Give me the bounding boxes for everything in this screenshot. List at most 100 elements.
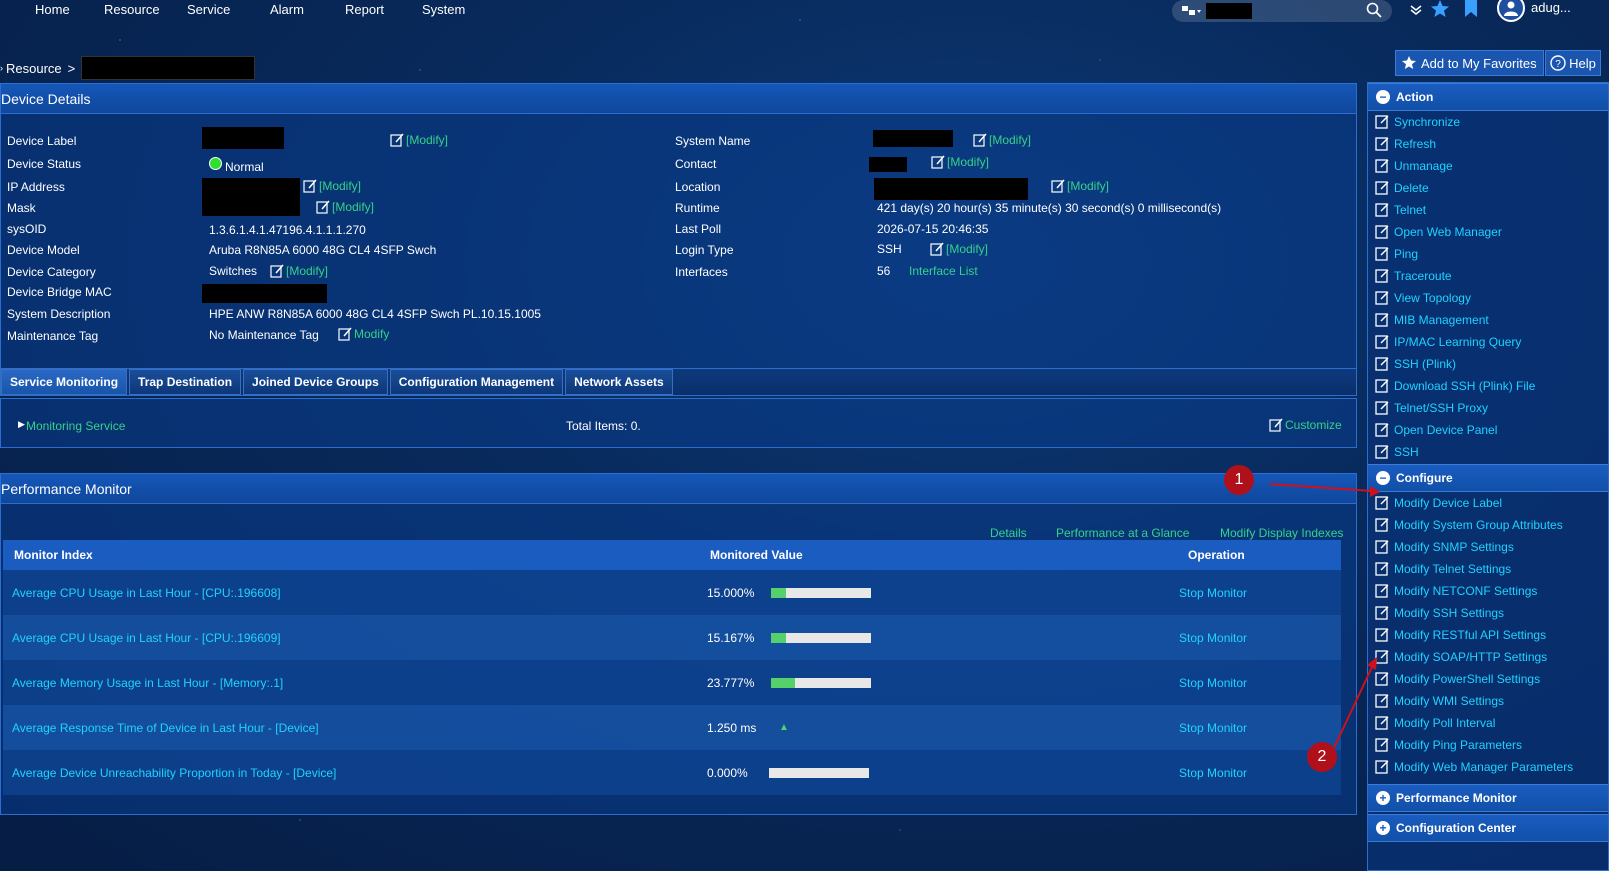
- stop-monitor-link[interactable]: Stop Monitor: [1179, 766, 1247, 780]
- configure-item[interactable]: Modify Poll Interval: [1368, 712, 1608, 734]
- stop-monitor-link[interactable]: Stop Monitor: [1179, 721, 1247, 735]
- modify-mask-link[interactable]: [Modify]: [316, 200, 374, 214]
- action-item[interactable]: Telnet: [1368, 199, 1608, 221]
- action-item[interactable]: Refresh: [1368, 133, 1608, 155]
- configure-item[interactable]: Modify Ping Parameters: [1368, 734, 1608, 756]
- configure-item[interactable]: Modify RESTful API Settings: [1368, 624, 1608, 646]
- configure-item[interactable]: Modify System Group Attributes: [1368, 514, 1608, 536]
- action-item[interactable]: Traceroute: [1368, 265, 1608, 287]
- tab-joined-device-groups[interactable]: Joined Device Groups: [243, 369, 388, 395]
- monitoring-service-link[interactable]: Monitoring Service: [26, 419, 125, 433]
- action-item[interactable]: SSH: [1368, 441, 1608, 463]
- action-item[interactable]: MIB Management: [1368, 309, 1608, 331]
- action-item[interactable]: IP/MAC Learning Query: [1368, 331, 1608, 353]
- modify-location-link[interactable]: [Modify]: [1051, 179, 1109, 193]
- interface-list-link[interactable]: Interface List: [909, 264, 978, 278]
- monitor-index-link[interactable]: Average Response Time of Device in Last …: [12, 721, 319, 735]
- tab-trap-destination[interactable]: Trap Destination: [129, 369, 242, 395]
- configure-item[interactable]: Modify Telnet Settings: [1368, 558, 1608, 580]
- configure-item[interactable]: Modify SNMP Settings: [1368, 536, 1608, 558]
- help-button[interactable]: ? Help: [1545, 50, 1601, 76]
- tab-service-monitoring[interactable]: Service Monitoring: [1, 369, 128, 395]
- search-box[interactable]: [1172, 0, 1392, 22]
- section-action[interactable]: − Action: [1368, 83, 1608, 111]
- configure-item[interactable]: Modify Web Manager Parameters: [1368, 756, 1608, 778]
- stop-monitor-link[interactable]: Stop Monitor: [1179, 676, 1247, 690]
- action-item[interactable]: Ping: [1368, 243, 1608, 265]
- action-item[interactable]: SSH (Plink): [1368, 353, 1608, 375]
- modify-contact-link[interactable]: [Modify]: [931, 155, 989, 169]
- nav-resource[interactable]: Resource: [104, 2, 160, 17]
- action-item-label: Delete: [1394, 181, 1429, 195]
- bridge-mac-redacted: [202, 284, 327, 303]
- bookmark-icon[interactable]: [1464, 0, 1478, 18]
- details-link[interactable]: Details: [990, 526, 1027, 540]
- device-status-value: Normal: [225, 160, 264, 174]
- breadcrumb-resource[interactable]: Resource: [6, 61, 62, 76]
- monitored-value: 1.250 ms: [707, 720, 757, 735]
- configure-item-label: Modify Telnet Settings: [1394, 562, 1512, 576]
- modify-ip-address-link[interactable]: [Modify]: [303, 179, 361, 193]
- modify-device-label-link[interactable]: [Modify]: [390, 133, 448, 147]
- action-item-label: View Topology: [1394, 291, 1471, 305]
- expand-down-icon[interactable]: [1410, 4, 1422, 16]
- section-configure[interactable]: − Configure: [1368, 464, 1608, 492]
- device-type-icon[interactable]: [1182, 4, 1202, 18]
- configure-item[interactable]: Modify WMI Settings: [1368, 690, 1608, 712]
- search-input-redacted[interactable]: [1206, 3, 1252, 19]
- action-item-label: Telnet/SSH Proxy: [1394, 401, 1489, 415]
- modify-device-category-link[interactable]: [Modify]: [270, 264, 328, 278]
- ssh-icon: [1375, 445, 1389, 459]
- user-menu[interactable]: adug...: [1497, 0, 1571, 22]
- action-item[interactable]: Telnet/SSH Proxy: [1368, 397, 1608, 419]
- configure-item[interactable]: Modify SSH Settings: [1368, 602, 1608, 624]
- monitor-index-link[interactable]: Average CPU Usage in Last Hour - [CPU:.1…: [12, 586, 281, 600]
- tab-configuration-management[interactable]: Configuration Management: [389, 369, 564, 395]
- configure-item[interactable]: Modify PowerShell Settings: [1368, 668, 1608, 690]
- modify-display-indexes-link[interactable]: Modify Display Indexes: [1220, 526, 1343, 540]
- stop-monitor-link[interactable]: Stop Monitor: [1179, 586, 1247, 600]
- username[interactable]: adug...: [1531, 0, 1571, 15]
- help-label: Help: [1569, 55, 1596, 71]
- add-to-favorites-button[interactable]: Add to My Favorites: [1395, 50, 1544, 76]
- nav-service[interactable]: Service: [187, 2, 230, 17]
- action-item[interactable]: Delete: [1368, 177, 1608, 199]
- nav-system[interactable]: System: [422, 2, 465, 17]
- configure-item[interactable]: Modify SOAP/HTTP Settings: [1368, 646, 1608, 668]
- nav-report[interactable]: Report: [345, 2, 384, 17]
- monitor-index-link[interactable]: Average CPU Usage in Last Hour - [CPU:.1…: [12, 631, 281, 645]
- avatar[interactable]: [1497, 0, 1525, 22]
- usage-bar-fill: [771, 587, 786, 598]
- star-icon[interactable]: [1430, 0, 1450, 18]
- configure-item[interactable]: Modify NETCONF Settings: [1368, 580, 1608, 602]
- sysoid-value: 1.3.6.1.4.1.47196.4.1.1.1.270: [209, 223, 366, 237]
- nav-home[interactable]: Home: [35, 2, 70, 17]
- field-label-interfaces: Interfaces: [675, 265, 728, 279]
- tab-network-assets[interactable]: Network Assets: [565, 369, 673, 395]
- last-poll-value: 2026-07-15 20:46:35: [877, 222, 989, 236]
- expand-triangle-icon[interactable]: ▶: [18, 419, 25, 430]
- action-item[interactable]: Open Web Manager: [1368, 221, 1608, 243]
- section-performance-monitor[interactable]: + Performance Monitor: [1368, 784, 1608, 812]
- action-item[interactable]: View Topology: [1368, 287, 1608, 309]
- total-items-text: Total Items: 0.: [566, 419, 641, 433]
- monitor-index-link[interactable]: Average Memory Usage in Last Hour - [Mem…: [12, 676, 283, 690]
- stop-monitor-link[interactable]: Stop Monitor: [1179, 631, 1247, 645]
- modify-maintenance-tag-link[interactable]: Modify: [338, 327, 389, 341]
- modify-system-name-link[interactable]: [Modify]: [973, 133, 1031, 147]
- section-configuration-center[interactable]: + Configuration Center: [1368, 814, 1608, 842]
- nav-alarm[interactable]: Alarm: [270, 2, 304, 17]
- performance-at-a-glance-link[interactable]: Performance at a Glance: [1056, 526, 1189, 540]
- action-item[interactable]: Unmanage: [1368, 155, 1608, 177]
- action-item[interactable]: Synchronize: [1368, 111, 1608, 133]
- download-icon: [1375, 379, 1389, 393]
- monitor-index-link[interactable]: Average Device Unreachability Proportion…: [12, 766, 336, 780]
- customize-link[interactable]: Customize: [1269, 418, 1342, 432]
- breadcrumb-device-redacted: [81, 56, 256, 80]
- modify-login-type-link[interactable]: [Modify]: [930, 242, 988, 256]
- configure-item[interactable]: Modify Device Label: [1368, 492, 1608, 514]
- action-item[interactable]: Download SSH (Plink) File: [1368, 375, 1608, 397]
- configure-item-label: Modify WMI Settings: [1394, 694, 1505, 708]
- action-item[interactable]: Open Device Panel: [1368, 419, 1608, 441]
- search-icon[interactable]: [1366, 2, 1382, 18]
